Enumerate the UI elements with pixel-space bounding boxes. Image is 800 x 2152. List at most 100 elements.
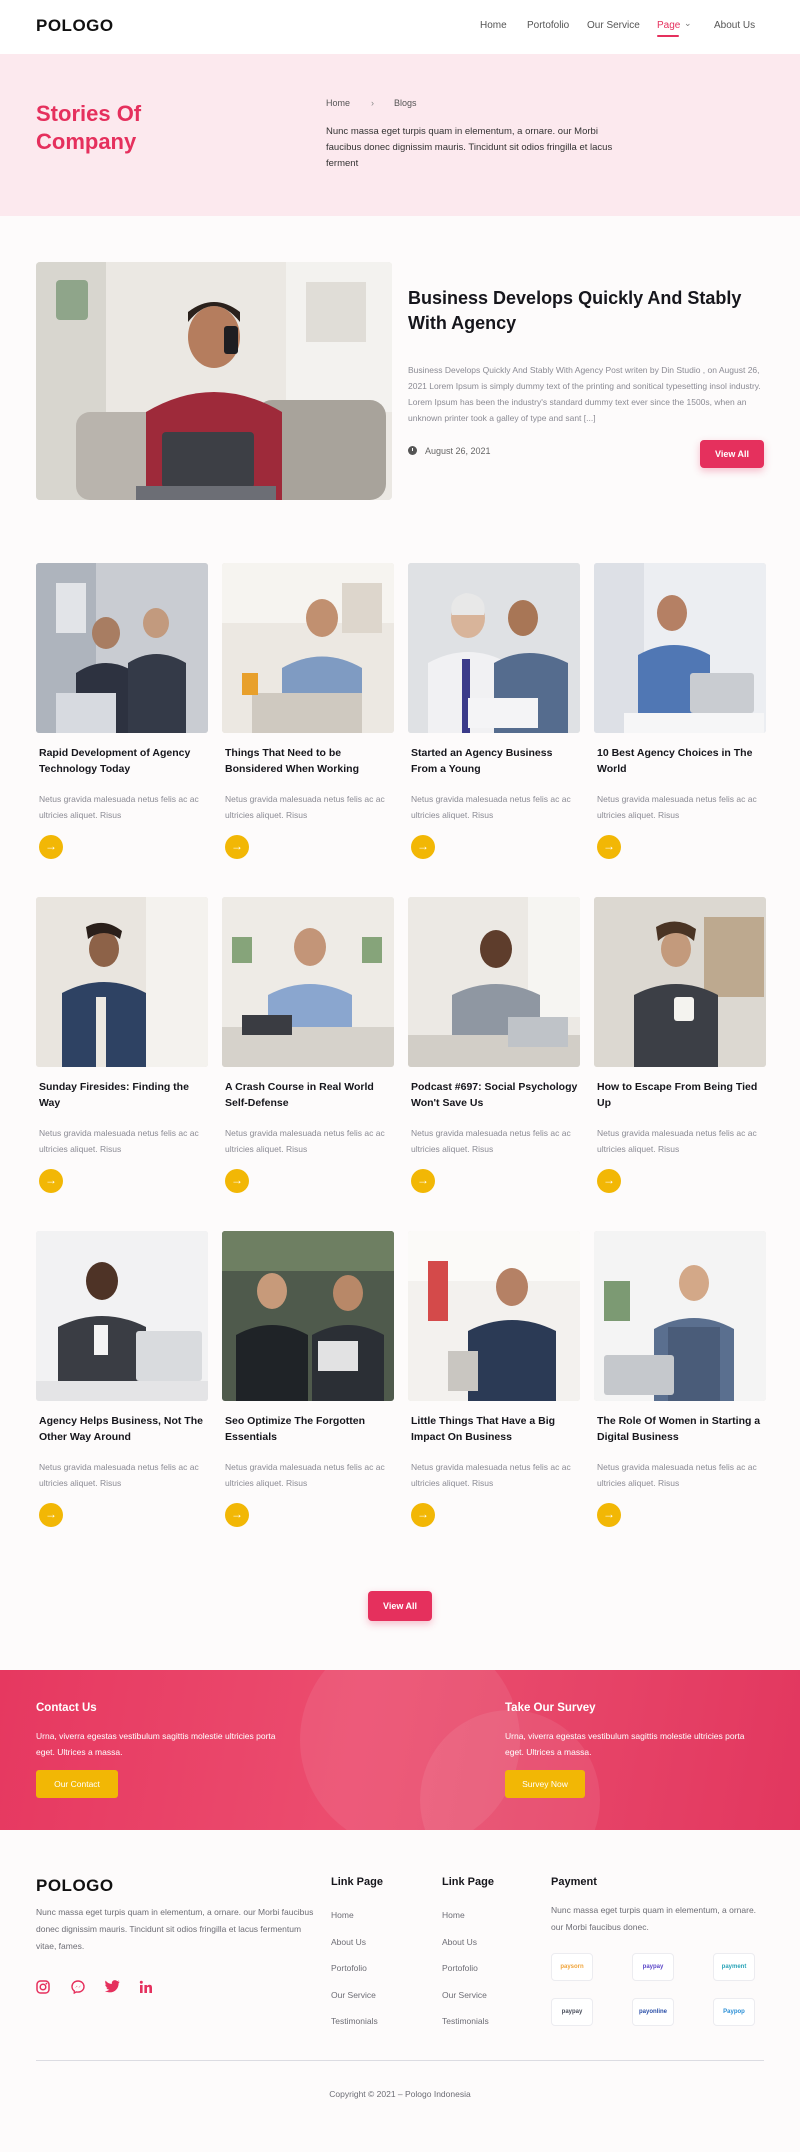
payment-text: Nunc massa eget turpis quam in elementum…: [551, 1905, 757, 1932]
footer-link-home[interactable]: Home: [442, 1910, 465, 1920]
nav-active-indicator: [657, 35, 679, 37]
blog-card-title[interactable]: Seo Optimize The Forgotten Essentials: [225, 1413, 393, 1445]
arrow-right-icon[interactable]: →: [39, 1503, 63, 1527]
blog-card-title[interactable]: A Crash Course in Real World Self-Defens…: [225, 1079, 393, 1111]
blog-card[interactable]: Started an Agency Business From a Young …: [408, 563, 580, 873]
arrow-right-icon[interactable]: →: [225, 1169, 249, 1193]
footer-link-testimonials[interactable]: Testimonials: [442, 2016, 489, 2026]
featured-post-title[interactable]: Business Develops Quickly And Stably Wit…: [408, 286, 764, 336]
payment-badge: payment: [713, 1953, 755, 1981]
blog-card-image[interactable]: [408, 563, 580, 733]
blog-card-excerpt: Netus gravida malesuada netus felis ac a…: [411, 794, 571, 820]
blog-card[interactable]: The Role Of Women in Starting a Digital …: [594, 1231, 766, 1541]
survey-now-button[interactable]: Survey Now: [505, 1770, 585, 1798]
arrow-right-icon[interactable]: →: [597, 1503, 621, 1527]
blog-card-image[interactable]: [222, 1231, 394, 1401]
blog-card[interactable]: Agency Helps Business, Not The Other Way…: [36, 1231, 208, 1541]
blog-card-image[interactable]: [594, 897, 766, 1067]
arrow-right-icon[interactable]: →: [411, 1503, 435, 1527]
footer-link-testimonials[interactable]: Testimonials: [331, 2016, 378, 2026]
footer-link-our-service[interactable]: Our Service: [331, 1990, 376, 2000]
footer-link-portofolio[interactable]: Portofolio: [331, 1963, 367, 1973]
blog-card-title[interactable]: The Role Of Women in Starting a Digital …: [597, 1413, 765, 1445]
arrow-right-icon[interactable]: →: [411, 1169, 435, 1193]
blog-card-title[interactable]: 10 Best Agency Choices in The World: [597, 745, 765, 777]
footer-link-our-service[interactable]: Our Service: [442, 1990, 487, 2000]
blog-card-title[interactable]: Things That Need to be Bonsidered When W…: [225, 745, 393, 777]
view-all-button[interactable]: View All: [368, 1591, 432, 1621]
survey-heading: Take Our Survey: [505, 1702, 596, 1714]
blog-card-image[interactable]: [36, 1231, 208, 1401]
footer-divider: [36, 2060, 764, 2061]
blog-card-excerpt: Netus gravida malesuada netus felis ac a…: [597, 1462, 757, 1488]
blog-card-excerpt: Netus gravida malesuada netus felis ac a…: [411, 1462, 571, 1488]
nav-home[interactable]: Home: [480, 20, 507, 31]
blog-card[interactable]: Podcast #697: Social Psychology Won't Sa…: [408, 897, 580, 1207]
payment-badge: payonline: [632, 1998, 674, 2026]
instagram-icon[interactable]: [36, 1980, 52, 1996]
contact-text: Urna, viverra egestas vestibulum sagitti…: [36, 1731, 276, 1757]
blog-card-image[interactable]: [222, 563, 394, 733]
blog-card-excerpt: Netus gravida malesuada netus felis ac a…: [39, 1462, 199, 1488]
featured-post-date-text: August 26, 2021: [425, 446, 491, 456]
blog-card-excerpt: Netus gravida malesuada netus felis ac a…: [597, 794, 757, 820]
contact-heading: Contact Us: [36, 1702, 97, 1714]
blog-card[interactable]: Things That Need to be Bonsidered When W…: [222, 563, 394, 873]
blog-card-excerpt: Netus gravida malesuada netus felis ac a…: [39, 794, 199, 820]
breadcrumb-current: Blogs: [394, 98, 417, 108]
nav-page[interactable]: Page ⌄: [657, 18, 697, 38]
blog-card-title[interactable]: Podcast #697: Social Psychology Won't Sa…: [411, 1079, 579, 1111]
footer-link-home[interactable]: Home: [331, 1910, 354, 1920]
arrow-right-icon[interactable]: →: [225, 1503, 249, 1527]
twitter-icon[interactable]: [105, 1980, 121, 1996]
blog-card-title[interactable]: How to Escape From Being Tied Up: [597, 1079, 765, 1111]
featured-view-all-button[interactable]: View All: [700, 440, 764, 468]
blog-card-title[interactable]: Started an Agency Business From a Young: [411, 745, 579, 777]
arrow-right-icon[interactable]: →: [597, 1169, 621, 1193]
blog-card-image[interactable]: [36, 563, 208, 733]
blog-card[interactable]: Rapid Development of Agency Technology T…: [36, 563, 208, 873]
blog-card-excerpt: Netus gravida malesuada netus felis ac a…: [225, 794, 385, 820]
clock-icon: [408, 446, 417, 455]
main-nav: Home Portofolio Our Service Page ⌄ About…: [0, 18, 800, 40]
blog-card-title[interactable]: Agency Helps Business, Not The Other Way…: [39, 1413, 207, 1445]
linkedin-icon[interactable]: [139, 1980, 155, 1996]
featured-post-excerpt: Business Develops Quickly And Stably Wit…: [408, 365, 761, 423]
arrow-right-icon[interactable]: →: [225, 835, 249, 859]
blog-card[interactable]: Sunday Firesides: Finding the Way Netus …: [36, 897, 208, 1207]
arrow-right-icon[interactable]: →: [411, 835, 435, 859]
blog-card[interactable]: 10 Best Agency Choices in The World Netu…: [594, 563, 766, 873]
blog-card-title[interactable]: Little Things That Have a Big Impact On …: [411, 1413, 579, 1445]
breadcrumb-home[interactable]: Home: [326, 98, 350, 108]
blog-card[interactable]: How to Escape From Being Tied Up Netus g…: [594, 897, 766, 1207]
blog-card-image[interactable]: [594, 563, 766, 733]
blog-card[interactable]: Little Things That Have a Big Impact On …: [408, 1231, 580, 1541]
messenger-icon[interactable]: [71, 1980, 87, 1996]
arrow-right-icon[interactable]: →: [39, 835, 63, 859]
nav-about-us[interactable]: About Us: [714, 20, 755, 31]
arrow-right-icon[interactable]: →: [39, 1169, 63, 1193]
blog-card-image[interactable]: [36, 897, 208, 1067]
payment-badge: paypay: [551, 1998, 593, 2026]
blog-card-image[interactable]: [408, 1231, 580, 1401]
blog-card-image[interactable]: [594, 1231, 766, 1401]
blog-card-image[interactable]: [222, 897, 394, 1067]
footer-link-portofolio[interactable]: Portofolio: [442, 1963, 478, 1973]
our-contact-button[interactable]: Our Contact: [36, 1770, 118, 1798]
blog-card-image[interactable]: [408, 897, 580, 1067]
site-header: POLOGO Home Portofolio Our Service Page …: [0, 0, 800, 54]
blog-card-title[interactable]: Rapid Development of Agency Technology T…: [39, 745, 207, 777]
featured-post-image[interactable]: [36, 262, 392, 500]
arrow-right-icon[interactable]: →: [597, 835, 621, 859]
cta-band: Contact Us Urna, viverra egestas vestibu…: [0, 1670, 800, 1830]
payment-badge: paysorn: [551, 1953, 593, 1981]
footer-link-about-us[interactable]: About Us: [442, 1937, 477, 1947]
blog-card-title[interactable]: Sunday Firesides: Finding the Way: [39, 1079, 207, 1111]
footer-links-heading: Link Page: [442, 1876, 494, 1888]
blog-card[interactable]: A Crash Course in Real World Self-Defens…: [222, 897, 394, 1207]
blog-card[interactable]: Seo Optimize The Forgotten Essentials Ne…: [222, 1231, 394, 1541]
footer-logo[interactable]: POLOGO: [36, 1876, 114, 1896]
nav-our-service[interactable]: Our Service: [587, 20, 640, 31]
footer-link-about-us[interactable]: About Us: [331, 1937, 366, 1947]
nav-portofolio[interactable]: Portofolio: [527, 20, 569, 31]
